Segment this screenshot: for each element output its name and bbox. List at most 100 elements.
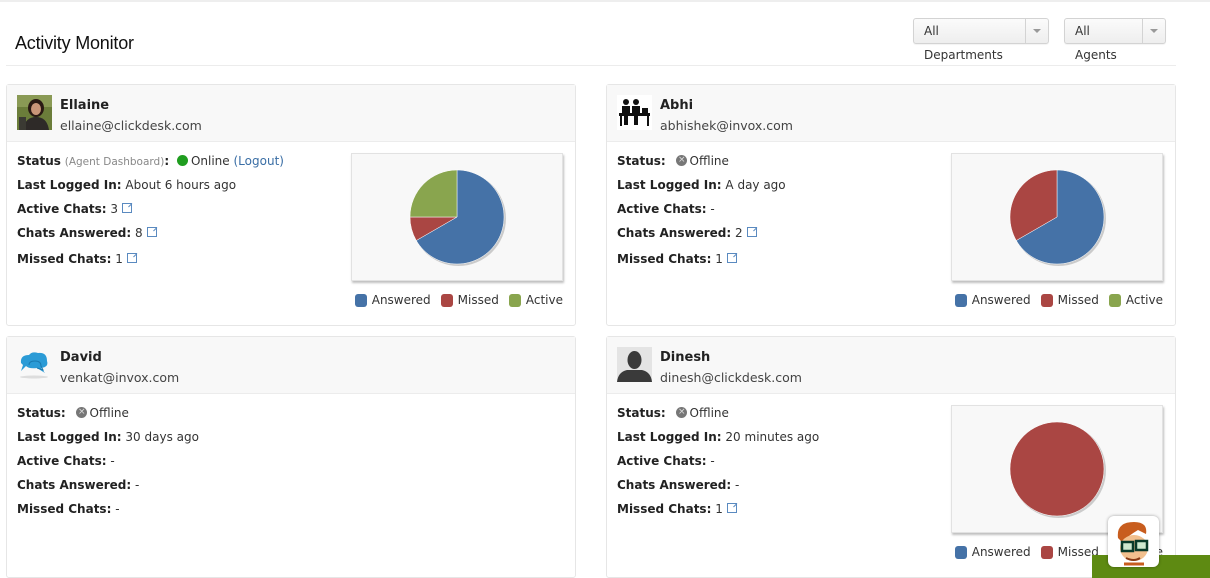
agent-email: abhishek@invox.com	[660, 118, 793, 133]
pie-slice-active[interactable]	[409, 169, 458, 218]
chats-answered-value: 8	[134, 226, 143, 240]
agent-filter-label: All Agents	[1075, 24, 1117, 62]
offline-status-icon	[675, 152, 687, 168]
status-label: Status	[17, 154, 61, 168]
chats-answered-label: Chats Answered:	[17, 478, 132, 492]
missed-chats-value: -	[115, 502, 120, 516]
offline-status-icon	[75, 404, 87, 420]
colon: :	[60, 406, 66, 420]
status-row: Status (Agent Dashboard): Online (Logout…	[17, 153, 284, 177]
external-link-icon[interactable]	[146, 227, 157, 237]
legend-item-answered[interactable]: Answered	[954, 293, 1031, 307]
legend-item-missed[interactable]: Missed	[1040, 293, 1099, 307]
chats-answered-value: 2	[734, 226, 743, 240]
pie-chart	[409, 169, 506, 266]
avatar	[617, 347, 652, 382]
status-row: Status: Offline	[617, 404, 819, 429]
missed-chats-row: Missed Chats: 1	[617, 501, 819, 525]
agent-card: Ellaine ellaine@clickdesk.com Status (Ag…	[6, 84, 576, 326]
status-label: Status	[617, 154, 661, 168]
last-logged-in-label: Last Logged In:	[617, 178, 722, 192]
legend-item-active[interactable]: Active	[1108, 293, 1163, 307]
agent-name: David	[60, 350, 102, 365]
legend-item-missed[interactable]: Missed	[440, 293, 499, 307]
offline-status-icon	[675, 404, 687, 420]
active-chats-label: Active Chats:	[617, 202, 707, 216]
active-chats-value: -	[710, 454, 715, 468]
avatar	[17, 95, 52, 130]
legend-label: Missed	[1057, 293, 1099, 307]
agent-card-header: Dinesh dinesh@clickdesk.com	[607, 337, 1175, 394]
last-logged-in-row: Last Logged In: A day ago	[617, 177, 786, 201]
agent-filter-dropdown[interactable]: All Agents	[1064, 18, 1166, 62]
chat-widget-mascot-icon[interactable]	[1108, 516, 1159, 567]
department-filter-label: All Departments	[924, 24, 1003, 62]
legend-item-missed[interactable]: Missed	[1040, 545, 1099, 559]
active-chats-row: Active Chats: -	[617, 453, 819, 477]
legend-swatch	[1108, 293, 1121, 307]
pie-chart-container	[351, 153, 563, 281]
legend-swatch	[440, 293, 453, 307]
pie-slice-missed[interactable]	[1009, 421, 1105, 517]
chart-legend: Answered Missed Active	[354, 293, 563, 307]
legend-label: Missed	[457, 293, 499, 307]
last-logged-in-row: Last Logged In: 20 minutes ago	[617, 429, 819, 453]
colon: :	[660, 154, 666, 168]
agent-card-header: David venkat@invox.com	[7, 337, 575, 394]
agent-name: Dinesh	[660, 350, 711, 365]
chart-legend: Answered Missed Active	[954, 293, 1163, 307]
active-chats-label: Active Chats:	[17, 202, 107, 216]
last-logged-in-value: 30 days ago	[125, 430, 199, 444]
pie-chart	[1009, 169, 1106, 266]
missed-chats-label: Missed Chats:	[617, 252, 712, 266]
active-chats-value: -	[110, 454, 115, 468]
legend-item-answered[interactable]: Answered	[954, 545, 1031, 559]
missed-chats-value: 1	[715, 502, 723, 516]
active-chats-row: Active Chats: -	[17, 453, 199, 477]
missed-chats-value: 1	[715, 252, 723, 266]
external-link-icon[interactable]	[726, 503, 737, 513]
external-link-icon[interactable]	[126, 253, 137, 263]
chevron-down-icon[interactable]	[1024, 19, 1048, 43]
logout-link[interactable]: (Logout)	[234, 154, 284, 168]
legend-item-answered[interactable]: Answered	[354, 293, 431, 307]
agent-email: dinesh@clickdesk.com	[660, 370, 802, 385]
chevron-down-icon[interactable]	[1141, 19, 1165, 43]
legend-label: Answered	[971, 293, 1031, 307]
active-chats-value: -	[710, 202, 715, 216]
chats-answered-value: -	[134, 478, 140, 492]
legend-label: Answered	[371, 293, 431, 307]
top-border	[0, 0, 1210, 2]
active-chats-label: Active Chats:	[617, 454, 707, 468]
external-link-icon[interactable]	[726, 253, 737, 263]
agent-card: Dinesh dinesh@clickdesk.com Status: Offl…	[606, 336, 1176, 578]
agent-dashboard-note: (Agent Dashboard)	[64, 156, 165, 168]
last-logged-in-label: Last Logged In:	[617, 430, 722, 444]
page-title: Activity Monitor	[15, 33, 134, 53]
legend-swatch	[954, 293, 967, 307]
chats-answered-label: Chats Answered:	[17, 226, 132, 240]
agent-email: ellaine@clickdesk.com	[60, 118, 202, 133]
legend-item-active[interactable]: Active	[508, 293, 563, 307]
status-label: Status	[17, 406, 61, 420]
department-filter-dropdown[interactable]: All Departments	[913, 18, 1049, 62]
last-logged-in-row: Last Logged In: 30 days ago	[17, 429, 199, 453]
status-row: Status: Offline	[17, 404, 199, 429]
active-chats-label: Active Chats:	[17, 454, 107, 468]
active-chats-row: Active Chats: 3	[17, 201, 284, 225]
external-link-icon[interactable]	[121, 203, 132, 213]
last-logged-in-label: Last Logged In:	[17, 430, 122, 444]
chats-answered-row: Chats Answered: -	[617, 477, 819, 501]
external-link-icon[interactable]	[746, 227, 757, 237]
agent-card: Abhi abhishek@invox.com Status: Offline …	[606, 84, 1176, 326]
missed-chats-label: Missed Chats:	[17, 252, 112, 266]
legend-swatch	[1040, 545, 1053, 559]
chats-answered-value: -	[734, 478, 740, 492]
status-value: Offline	[689, 154, 729, 168]
status-row: Status: Offline	[617, 152, 786, 177]
online-status-icon	[176, 155, 188, 166]
legend-swatch	[1040, 293, 1053, 307]
missed-chats-row: Missed Chats: 1	[617, 251, 786, 275]
agent-card: David venkat@invox.com Status: Offline L…	[6, 336, 576, 578]
missed-chats-row: Missed Chats: -	[17, 501, 199, 525]
